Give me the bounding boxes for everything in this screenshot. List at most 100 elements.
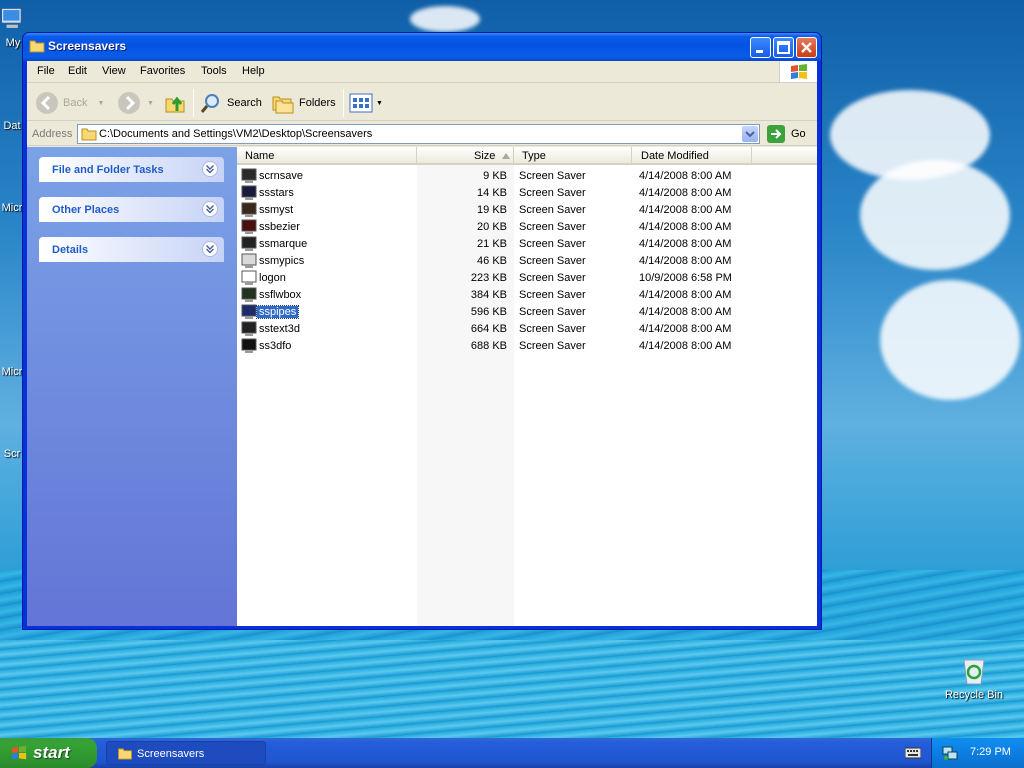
screensaver-file-icon xyxy=(241,219,257,234)
windows-flag-icon xyxy=(11,745,27,760)
column-header-label: Type xyxy=(522,150,546,162)
chevron-down-icon[interactable]: ▼ xyxy=(147,100,154,107)
file-type: Screen Saver xyxy=(519,204,586,216)
chevron-down-icon[interactable]: ▼ xyxy=(376,100,383,107)
column-header-date-modified[interactable]: Date Modified xyxy=(632,147,752,165)
desktop-sea-near xyxy=(0,640,1024,738)
file-date-modified: 4/14/2008 8:00 AM xyxy=(639,187,732,199)
column-header-name[interactable]: Name xyxy=(237,147,417,165)
minimize-icon xyxy=(756,50,763,53)
back-arrow-icon xyxy=(36,92,58,114)
file-row[interactable]: ssbezier 20 KB Screen Saver 4/14/2008 8:00 … xyxy=(237,219,817,236)
task-pane: File and Folder Tasks Other Places Detai… xyxy=(27,147,237,626)
system-tray: 7:29 PM xyxy=(931,738,1024,768)
desktop-icon-microsoft-2[interactable]: Micr xyxy=(0,366,24,378)
clock[interactable]: 7:29 PM xyxy=(970,746,1011,758)
desktop-icon-microsoft-1[interactable]: Micr xyxy=(0,202,24,214)
task-group-file-and-folder-tasks[interactable]: File and Folder Tasks xyxy=(39,157,224,182)
desktop-icon-documents[interactable]: Dat xyxy=(0,120,24,132)
address-field[interactable]: C:\Documents and Settings\VM2\Desktop\Sc… xyxy=(77,124,760,144)
double-chevron-down-icon[interactable] xyxy=(202,161,218,177)
menu-tools[interactable]: Tools xyxy=(201,65,227,77)
taskbar-item-screensavers[interactable]: Screensavers xyxy=(106,741,266,765)
file-name: sstext3d xyxy=(259,323,300,335)
column-header-label: Size xyxy=(474,150,496,162)
file-size: 9 KB xyxy=(483,170,507,182)
file-row[interactable]: sstext3d 664 KB Screen Saver 4/14/2008 8:00… xyxy=(237,321,817,338)
folder-icon xyxy=(81,128,97,141)
minimize-button[interactable] xyxy=(750,37,771,58)
maximize-button[interactable] xyxy=(773,37,794,58)
file-row[interactable]: ssmarque 21 KB Screen Saver 4/14/2008 8:00 … xyxy=(237,236,817,253)
desktop-icon-recycle-bin[interactable]: Recycle Bin xyxy=(944,656,1004,701)
file-date-modified: 4/14/2008 8:00 AM xyxy=(639,323,732,335)
column-header-empty xyxy=(752,147,817,165)
column-header-label: Name xyxy=(245,150,275,162)
desktop-icon-label: Recycle Bin xyxy=(944,689,1004,701)
window-client: File Edit View Favorites Tools Help Back… xyxy=(27,61,817,626)
explorer-window: Screensavers File Edit View Favorites To… xyxy=(22,32,822,630)
file-size: 596 KB xyxy=(470,306,507,318)
screensaver-file-icon xyxy=(241,202,257,217)
toolbar-separator xyxy=(343,89,344,117)
forward-button[interactable]: ▼ xyxy=(117,91,154,115)
column-header-type[interactable]: Type xyxy=(514,147,632,165)
search-button[interactable]: Search xyxy=(199,91,262,115)
file-type: Screen Saver xyxy=(519,323,586,335)
forward-arrow-icon xyxy=(118,92,140,114)
double-chevron-down-icon[interactable] xyxy=(202,241,218,257)
file-size: 384 KB xyxy=(470,289,507,301)
menu-view[interactable]: View xyxy=(102,65,126,77)
network-icon[interactable] xyxy=(942,745,958,761)
file-size: 19 KB xyxy=(477,204,507,216)
desktop-icon-label: Scr xyxy=(3,448,21,460)
views-button[interactable]: ▼ xyxy=(349,91,383,115)
desktop-icon-screensavers[interactable]: Scr xyxy=(0,448,24,460)
screensaver-file-icon xyxy=(241,287,257,302)
file-date-modified: 4/14/2008 8:00 AM xyxy=(639,221,732,233)
file-row[interactable]: scrnsave 9 KB Screen Saver 4/14/2008 8:00 A… xyxy=(237,168,817,185)
menu-edit[interactable]: Edit xyxy=(68,65,87,77)
folder-icon xyxy=(29,40,45,53)
file-row[interactable]: sspipes 596 KB Screen Saver 4/14/2008 8:00 … xyxy=(237,304,817,321)
address-dropdown-button[interactable] xyxy=(742,126,758,142)
menu-file[interactable]: File xyxy=(37,65,55,77)
file-name: sspipes xyxy=(255,305,300,319)
file-date-modified: 4/14/2008 8:00 AM xyxy=(639,170,732,182)
file-type: Screen Saver xyxy=(519,340,586,352)
address-label: Address xyxy=(32,128,73,140)
file-size: 688 KB xyxy=(470,340,507,352)
file-date-modified: 4/14/2008 8:00 AM xyxy=(639,204,732,216)
menu-favorites[interactable]: Favorites xyxy=(140,65,185,77)
desktop-icon-label: Micr xyxy=(1,202,23,214)
search-label: Search xyxy=(227,97,262,109)
file-row[interactable]: ss3dfo 688 KB Screen Saver 4/14/2008 8:00 A… xyxy=(237,338,817,355)
file-row[interactable]: ssmypics 46 KB Screen Saver 4/14/2008 8:00 … xyxy=(237,253,817,270)
desktop-cloud xyxy=(410,6,480,32)
title-bar[interactable]: Screensavers xyxy=(23,33,821,61)
file-row[interactable]: ssflwbox 384 KB Screen Saver 4/14/2008 8:00… xyxy=(237,287,817,304)
start-button[interactable]: start xyxy=(0,738,97,768)
file-row[interactable]: ssstars 14 KB Screen Saver 4/14/2008 8:00 A… xyxy=(237,185,817,202)
file-name: scrnsave xyxy=(259,170,304,182)
task-group-details[interactable]: Details xyxy=(39,237,224,262)
menu-help[interactable]: Help xyxy=(242,65,265,77)
file-row[interactable]: logon 223 KB Screen Saver 10/9/2008 6:58 PM xyxy=(237,270,817,287)
file-type: Screen Saver xyxy=(519,255,586,267)
chevron-down-icon[interactable]: ▼ xyxy=(97,100,104,107)
column-header-size[interactable]: Size xyxy=(417,147,514,165)
file-date-modified: 4/14/2008 8:00 AM xyxy=(639,255,732,267)
screensaver-file-icon xyxy=(241,185,257,200)
back-button[interactable]: Back ▼ xyxy=(35,91,104,115)
sort-ascending-icon xyxy=(502,153,510,159)
folders-button[interactable]: Folders xyxy=(271,91,336,115)
double-chevron-down-icon[interactable] xyxy=(202,201,218,217)
file-row[interactable]: ssmyst 19 KB Screen Saver 4/14/2008 8:00 AM xyxy=(237,202,817,219)
go-button[interactable]: Go xyxy=(767,125,806,143)
task-group-other-places[interactable]: Other Places xyxy=(39,197,224,222)
screensaver-file-icon xyxy=(241,168,257,183)
folder-icon xyxy=(118,748,132,760)
close-button[interactable] xyxy=(796,37,817,58)
keyboard-icon[interactable] xyxy=(905,746,921,759)
up-folder-button[interactable] xyxy=(163,91,187,115)
